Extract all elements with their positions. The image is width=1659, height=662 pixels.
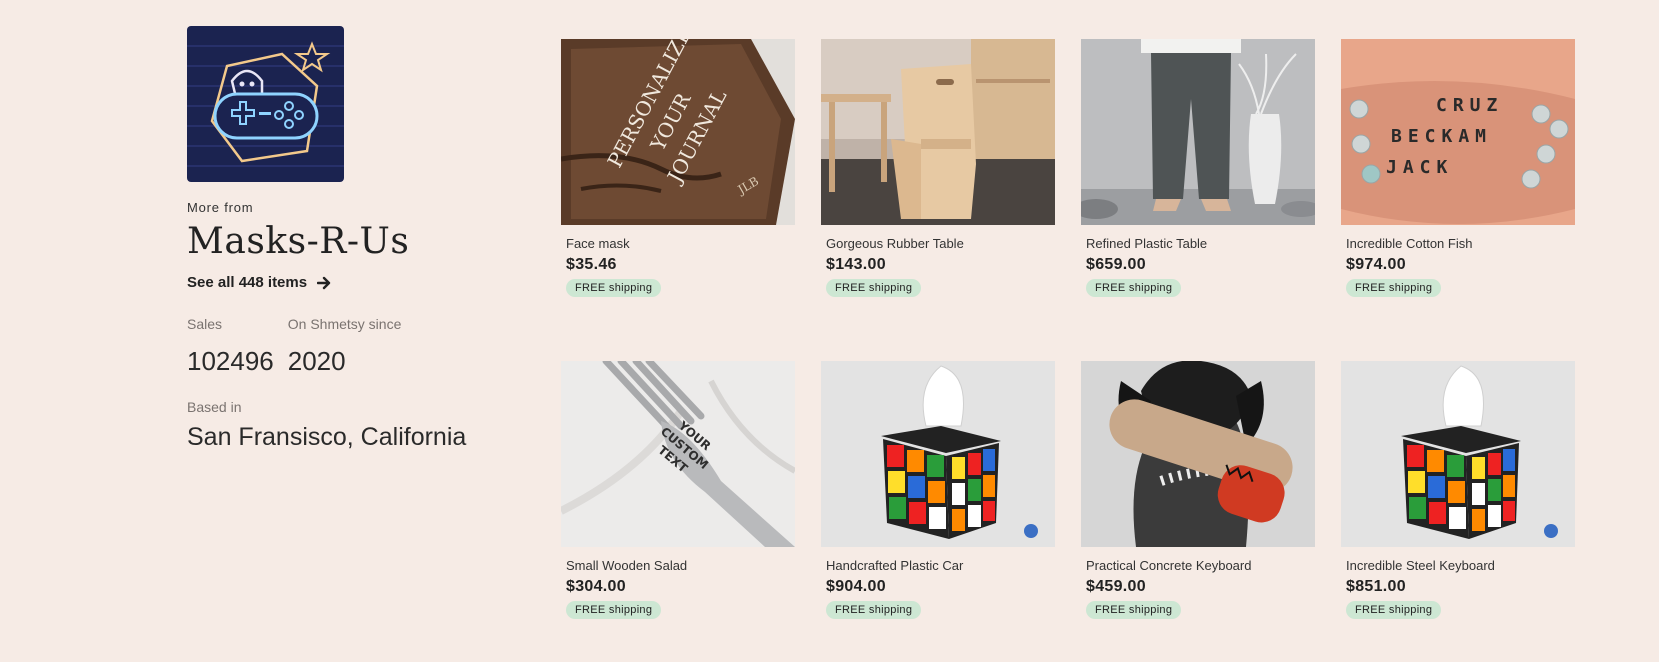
shop-stats: Sales 102496 On Shmetsy since 2020 [187,316,507,377]
product-price: $659.00 [1086,256,1146,273]
product-image: PERSONALIZE YOUR JOURNAL JLB [561,39,795,225]
product-title[interactable]: Handcrafted Plastic Car [826,558,1055,573]
product-card[interactable]: PERSONALIZE YOUR JOURNAL JLB Face mask $… [561,39,795,361]
product-image: YOUR CUSTOM TEXT [561,361,795,547]
product-image [1341,361,1575,547]
free-shipping-badge: FREE shipping [1346,279,1442,297]
product-price: $304.00 [566,578,626,595]
product-card[interactable]: Handcrafted Plastic Car $904.00 FREE shi… [821,361,1055,662]
product-grid: PERSONALIZE YOUR JOURNAL JLB Face mask $… [561,39,1575,662]
product-card[interactable]: Incredible Steel Keyboard $851.00 FREE s… [1341,361,1575,662]
bracelet-name-3: JACK [1386,157,1453,178]
product-card[interactable]: Practical Concrete Keyboard $459.00 FREE… [1081,361,1315,662]
product-card[interactable]: YOUR CUSTOM TEXT Small Wooden Salad $304… [561,361,795,662]
free-shipping-badge: FREE shipping [826,279,922,297]
product-title[interactable]: Face mask [566,236,795,251]
rubik-tissue-box-image [1341,361,1575,547]
product-title[interactable]: Gorgeous Rubber Table [826,236,1055,251]
sales-value: 102496 [187,346,274,376]
shop-info-panel: More from Masks-R-Us See all 448 items S… [187,26,507,452]
product-title[interactable]: Practical Concrete Keyboard [1086,558,1315,573]
product-card[interactable]: CRUZ BECKAM JACK Incredible Cotton Fish … [1341,39,1575,361]
since-value: 2020 [287,346,346,376]
product-image [1081,361,1315,547]
product-image [1081,39,1315,225]
product-title[interactable]: Small Wooden Salad [566,558,795,573]
product-price: $904.00 [826,578,886,595]
product-title[interactable]: Incredible Cotton Fish [1346,236,1575,251]
leather-journal-image: PERSONALIZE YOUR JOURNAL JLB [561,39,795,225]
engraved-fork-image: YOUR CUSTOM TEXT [561,361,795,547]
see-all-items-link[interactable]: See all 448 items [187,274,331,291]
product-title[interactable]: Incredible Steel Keyboard [1346,558,1575,573]
product-card[interactable]: Refined Plastic Table $659.00 FREE shipp… [1081,39,1315,361]
free-shipping-badge: FREE shipping [566,601,662,619]
more-from-label: More from [187,200,254,215]
product-price: $974.00 [1346,256,1406,273]
since-stat: On Shmetsy since 2020 [288,316,402,377]
bracelet-name-2: BECKAM [1391,126,1492,147]
product-image [821,39,1055,225]
based-in-label: Based in [187,399,242,415]
see-all-items-label: See all 448 items [187,274,308,291]
arrow-right-icon [317,276,331,289]
name-bracelets-image: CRUZ BECKAM JACK [1341,39,1575,225]
based-in-value: San Fransisco, California [187,423,467,451]
product-image: CRUZ BECKAM JACK [1341,39,1575,225]
free-shipping-badge: FREE shipping [1086,601,1182,619]
wooden-chair-image [821,39,1055,225]
since-label: On Shmetsy since [287,316,402,332]
product-card[interactable]: Gorgeous Rubber Table $143.00 FREE shipp… [821,39,1055,361]
linen-pants-image [1081,39,1315,225]
free-shipping-badge: FREE shipping [1086,279,1182,297]
free-shipping-badge: FREE shipping [566,279,662,297]
neon-gamepad-ghost-icon [187,26,344,182]
based-in-stat: Based in San Fransisco, California [187,399,507,452]
product-price: $459.00 [1086,578,1146,595]
rubik-tissue-box-image [821,361,1055,547]
sales-label: Sales [187,316,223,332]
product-image [821,361,1055,547]
product-price: $35.46 [566,256,617,273]
shop-name[interactable]: Masks-R-Us [187,221,507,262]
free-shipping-badge: FREE shipping [1346,601,1442,619]
dog-toy-image [1081,361,1315,547]
free-shipping-badge: FREE shipping [826,601,922,619]
product-price: $143.00 [826,256,886,273]
product-title[interactable]: Refined Plastic Table [1086,236,1315,251]
sales-stat: Sales 102496 [187,316,274,377]
product-price: $851.00 [1346,578,1406,595]
shop-logo[interactable] [187,26,344,182]
bracelet-name-1: CRUZ [1436,95,1503,116]
